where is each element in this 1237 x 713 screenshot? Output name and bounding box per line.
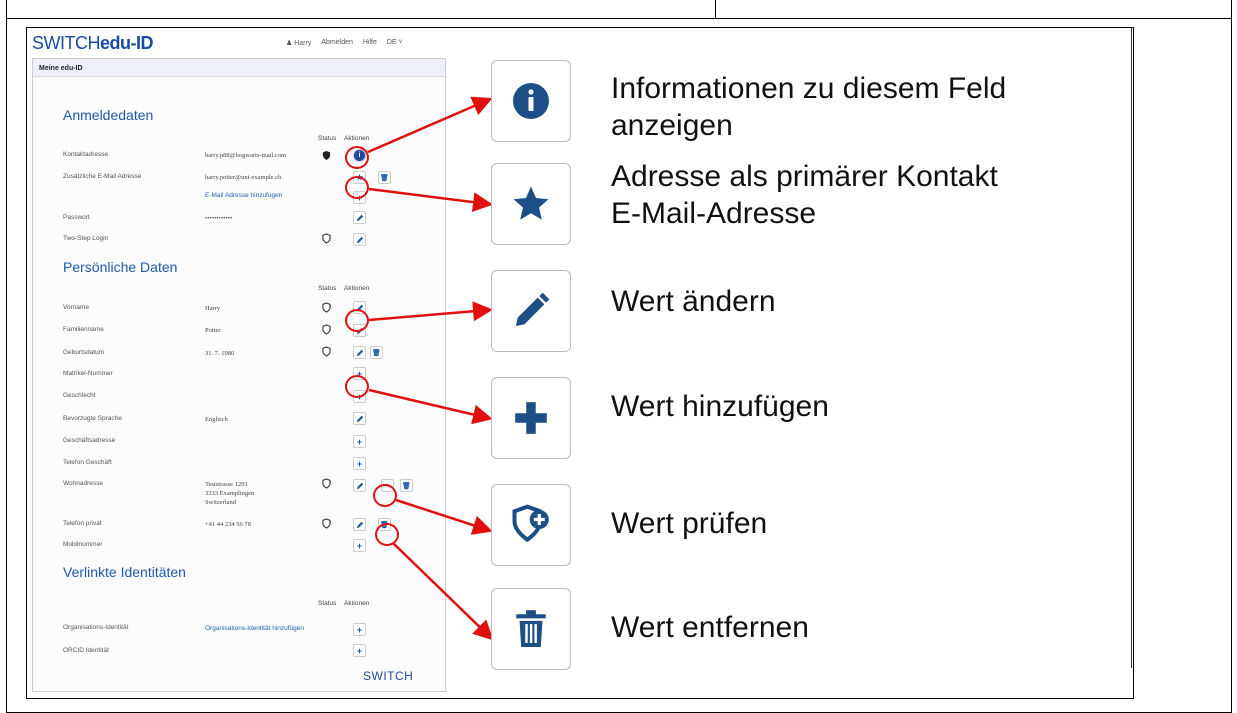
- legend-text-star: Adresse als primärer Kontakt E-Mail-Adres…: [611, 160, 998, 230]
- star-icon: [491, 163, 571, 245]
- info-icon: [491, 60, 571, 142]
- legend-text-shield: Wert prüfen: [611, 507, 768, 540]
- legend-text-trash: Wert entfernen: [611, 611, 809, 644]
- legend-text-pencil: Wert ändern: [611, 285, 776, 318]
- plus-icon: [491, 377, 571, 459]
- legend-text-plus: Wert hinzufügen: [611, 390, 829, 423]
- pencil-icon: [491, 270, 571, 352]
- trash-icon: [491, 588, 571, 670]
- legend-text-info: Informationen zu diesem Feld anzeigen: [611, 72, 1007, 142]
- shield-plus-icon: [491, 484, 571, 566]
